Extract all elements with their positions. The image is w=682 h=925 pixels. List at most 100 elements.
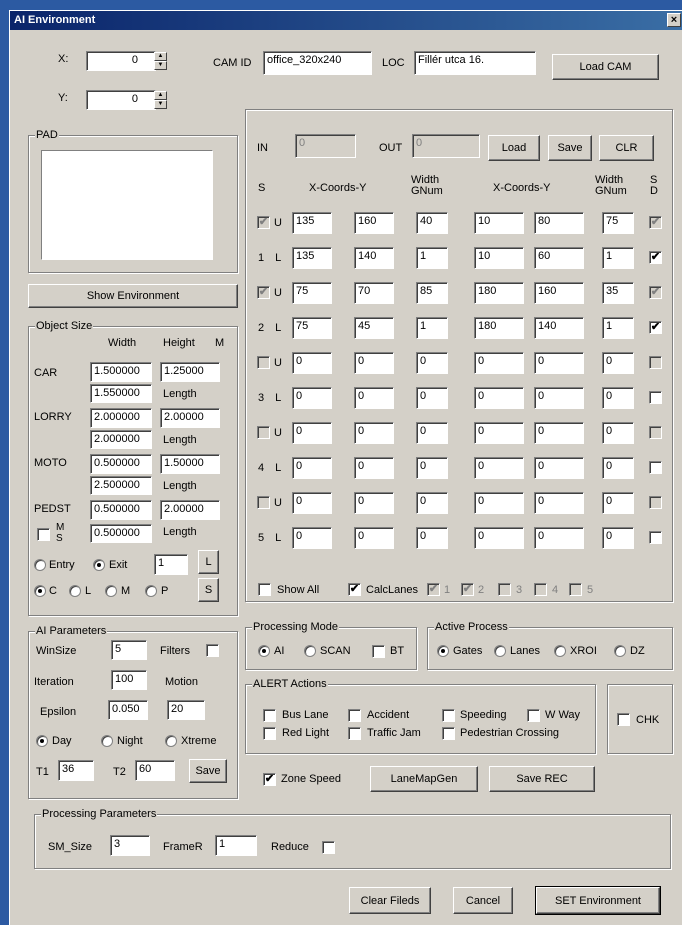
scan-mode-radio[interactable] — [304, 645, 316, 657]
lane-row-7-field-f[interactable]: 0 — [602, 457, 634, 479]
lane-row-0-field-f[interactable]: 75 — [602, 212, 634, 234]
lane-row-7-field-a[interactable]: 0 — [292, 457, 332, 479]
ms-checkbox[interactable] — [37, 528, 50, 541]
sm-size-input[interactable]: 3 — [110, 835, 150, 856]
lane-row-3-field-f[interactable]: 1 — [602, 317, 634, 339]
bt-checkbox[interactable] — [372, 645, 385, 658]
lane-row-0-s-checkbox[interactable]: ✔ — [257, 216, 270, 229]
set-environment-button[interactable]: SET Environment — [535, 886, 661, 915]
cancel-button[interactable]: Cancel — [453, 887, 513, 914]
lane-row-7-field-e[interactable]: 0 — [534, 457, 584, 479]
clear-fields-button[interactable]: Clear Fileds — [349, 887, 431, 914]
night-radio[interactable] — [101, 735, 113, 747]
lane-row-4-field-f[interactable]: 0 — [602, 352, 634, 374]
lane-row-5-field-a[interactable]: 0 — [292, 387, 332, 409]
moto-width-input[interactable]: 0.500000 — [90, 454, 152, 474]
lane-3-checkbox[interactable] — [498, 583, 511, 596]
save-rec-button[interactable]: Save REC — [489, 766, 595, 792]
c-radio[interactable] — [34, 585, 46, 597]
lane-row-2-field-b[interactable]: 70 — [354, 282, 394, 304]
w-way-checkbox[interactable] — [527, 709, 540, 722]
lane-row-5-field-b[interactable]: 0 — [354, 387, 394, 409]
lanes-radio[interactable] — [494, 645, 506, 657]
lane-row-5-field-d[interactable]: 0 — [474, 387, 524, 409]
lanes-save-button[interactable]: Save — [548, 135, 592, 161]
lorry-width-input[interactable]: 2.000000 — [90, 408, 152, 428]
lane-row-6-field-f[interactable]: 0 — [602, 422, 634, 444]
camid-input[interactable]: office_320x240 — [263, 51, 372, 75]
lane-row-1-field-c[interactable]: 1 — [416, 247, 448, 269]
lane-row-5-d-checkbox[interactable] — [649, 391, 662, 404]
lane-1-checkbox[interactable]: ✔ — [427, 583, 440, 596]
lane-row-8-field-d[interactable]: 0 — [474, 492, 524, 514]
pedst-width-input[interactable]: 0.500000 — [90, 500, 152, 520]
dz-radio[interactable] — [614, 645, 626, 657]
x-spinner[interactable]: ▲ ▼ — [154, 52, 167, 70]
lane-row-0-field-e[interactable]: 80 — [534, 212, 584, 234]
lane-row-2-d-checkbox[interactable]: ✔ — [649, 286, 662, 299]
zone-speed-checkbox[interactable]: ✔ — [263, 773, 276, 786]
x-input[interactable]: 0 — [86, 51, 156, 71]
lane-row-0-field-d[interactable]: 10 — [474, 212, 524, 234]
lane-row-9-field-c[interactable]: 0 — [416, 527, 448, 549]
gates-radio[interactable] — [437, 645, 449, 657]
lane-row-2-field-f[interactable]: 35 — [602, 282, 634, 304]
lane-row-3-field-d[interactable]: 180 — [474, 317, 524, 339]
lane-row-4-d-checkbox[interactable] — [649, 356, 662, 369]
lane-row-6-s-checkbox[interactable] — [257, 426, 270, 439]
lane-row-8-s-checkbox[interactable] — [257, 496, 270, 509]
traffic-jam-checkbox[interactable] — [348, 727, 361, 740]
clr-button[interactable]: CLR — [599, 135, 654, 161]
bus-lane-checkbox[interactable] — [263, 709, 276, 722]
lane-row-8-d-checkbox[interactable] — [649, 496, 662, 509]
show-all-checkbox[interactable] — [258, 583, 271, 596]
lane-row-7-field-c[interactable]: 0 — [416, 457, 448, 479]
pedestrian-crossing-checkbox[interactable] — [442, 727, 455, 740]
lane-row-3-field-e[interactable]: 140 — [534, 317, 584, 339]
up-arrow-icon[interactable]: ▲ — [154, 52, 167, 61]
ai-mode-radio[interactable] — [258, 645, 270, 657]
p-radio[interactable] — [145, 585, 157, 597]
lane-row-4-field-b[interactable]: 0 — [354, 352, 394, 374]
exit-value-input[interactable]: 1 — [154, 554, 188, 575]
lane-row-3-field-a[interactable]: 75 — [292, 317, 332, 339]
lane-row-4-s-checkbox[interactable] — [257, 356, 270, 369]
lane-row-8-field-f[interactable]: 0 — [602, 492, 634, 514]
lane-row-4-field-a[interactable]: 0 — [292, 352, 332, 374]
lane-row-6-field-b[interactable]: 0 — [354, 422, 394, 444]
pedst-height-input[interactable]: 2.00000 — [160, 500, 220, 520]
lane-row-6-field-c[interactable]: 0 — [416, 422, 448, 444]
accident-checkbox[interactable] — [348, 709, 361, 722]
t2-input[interactable]: 60 — [135, 760, 175, 781]
down-arrow-icon[interactable]: ▼ — [154, 100, 167, 109]
lane-2-checkbox[interactable]: ✔ — [461, 583, 474, 596]
entry-radio[interactable] — [34, 559, 46, 571]
pedst-length-input[interactable]: 0.500000 — [90, 524, 152, 543]
lane-row-8-field-e[interactable]: 0 — [534, 492, 584, 514]
lane-row-2-s-checkbox[interactable]: ✔ — [257, 286, 270, 299]
y-spinner[interactable]: ▲ ▼ — [154, 91, 167, 109]
load-cam-button[interactable]: Load CAM — [552, 54, 659, 80]
m-radio[interactable] — [105, 585, 117, 597]
lane-row-6-field-d[interactable]: 0 — [474, 422, 524, 444]
l-radio[interactable] — [69, 585, 81, 597]
lane-row-5-field-f[interactable]: 0 — [602, 387, 634, 409]
lane-row-2-field-d[interactable]: 180 — [474, 282, 524, 304]
lane-row-8-field-c[interactable]: 0 — [416, 492, 448, 514]
s-button[interactable]: S — [198, 578, 219, 602]
lorry-length-input[interactable]: 2.000000 — [90, 430, 152, 449]
t1-input[interactable]: 36 — [58, 760, 94, 781]
lane-4-checkbox[interactable] — [534, 583, 547, 596]
lane-row-1-d-checkbox[interactable]: ✔ — [649, 251, 662, 264]
lane-row-9-d-checkbox[interactable] — [649, 531, 662, 544]
lane-row-0-field-c[interactable]: 40 — [416, 212, 448, 234]
lane-row-9-field-f[interactable]: 0 — [602, 527, 634, 549]
lane-row-1-field-b[interactable]: 140 — [354, 247, 394, 269]
car-width-input[interactable]: 1.500000 — [90, 362, 152, 382]
lane-row-9-field-a[interactable]: 0 — [292, 527, 332, 549]
lane-row-1-field-f[interactable]: 1 — [602, 247, 634, 269]
lane-row-3-field-c[interactable]: 1 — [416, 317, 448, 339]
speeding-checkbox[interactable] — [442, 709, 455, 722]
lane-row-2-field-c[interactable]: 85 — [416, 282, 448, 304]
l-button[interactable]: L — [198, 550, 219, 574]
